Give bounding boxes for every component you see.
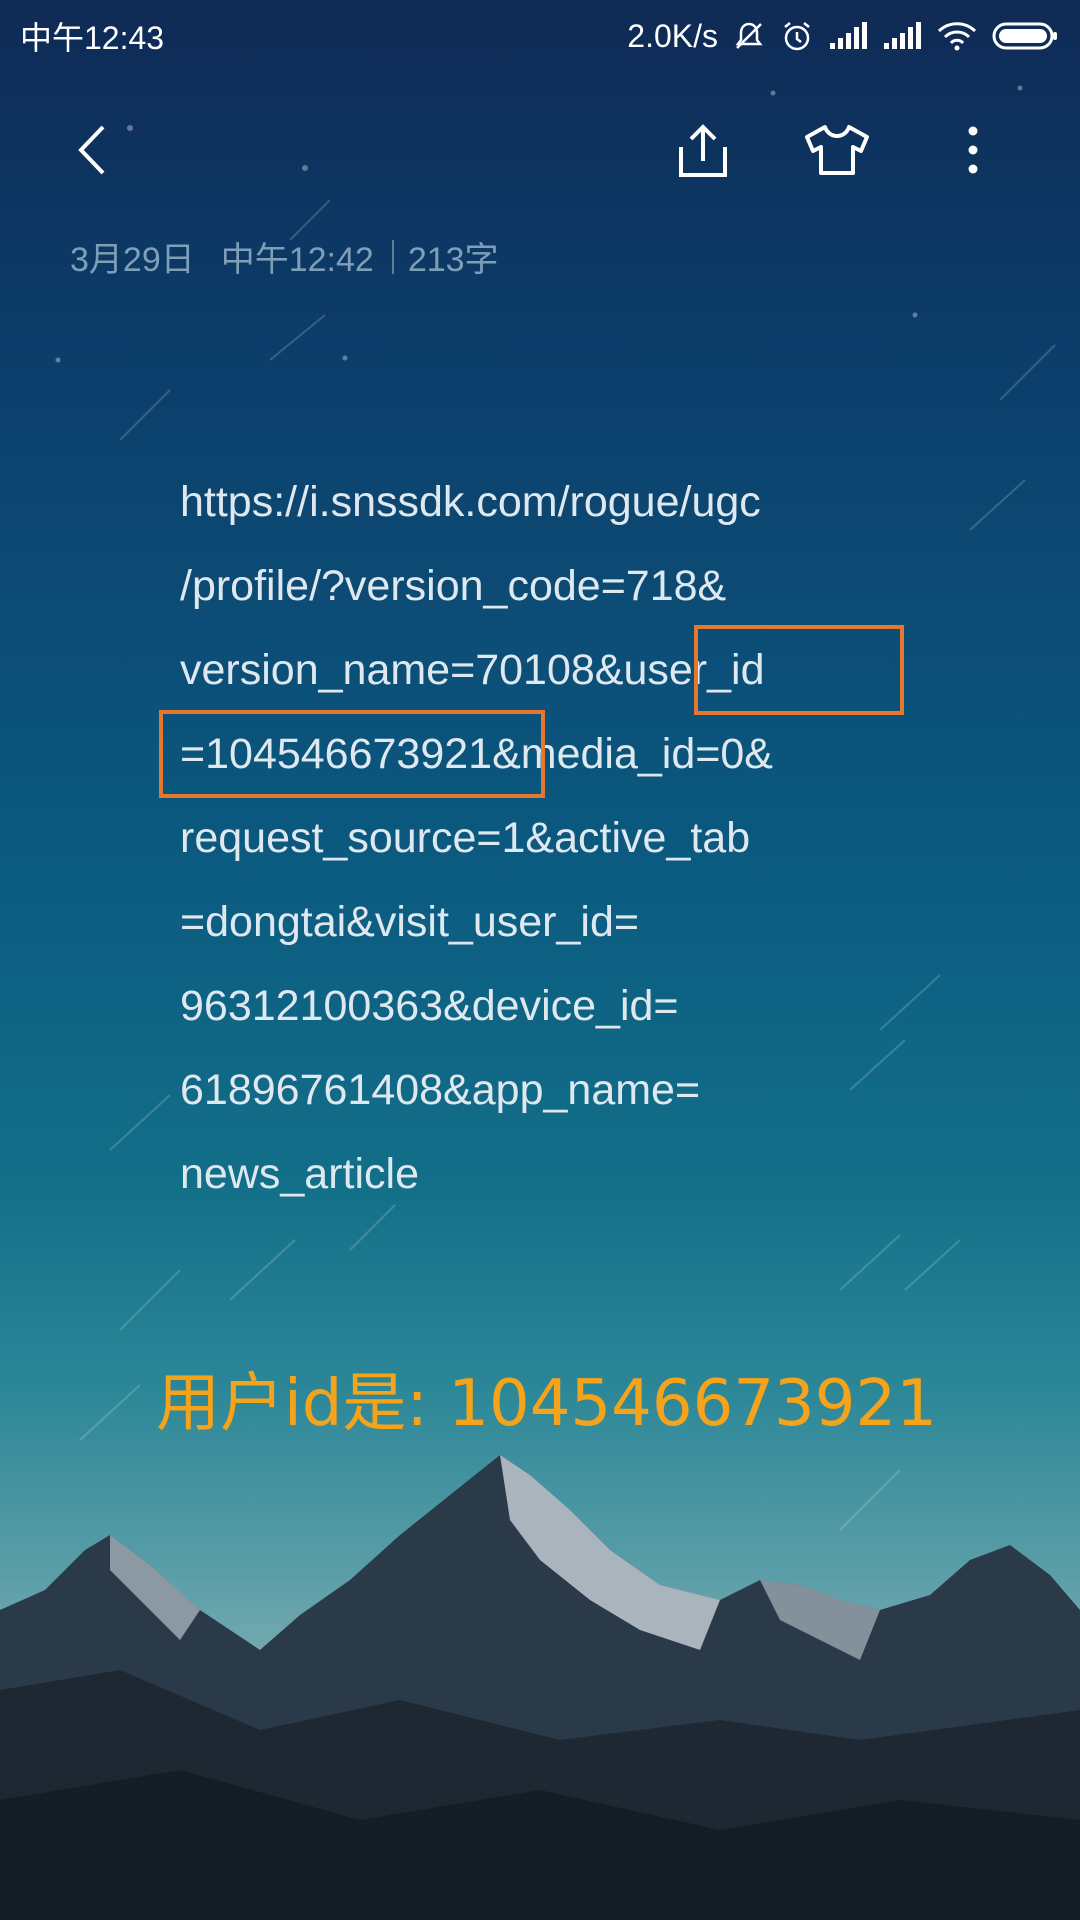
user-id-caption: 用户id是: 104546673921 — [156, 1367, 937, 1441]
note-line: 61896761408&app_name= — [180, 1066, 701, 1114]
user-id-value-highlight — [159, 710, 545, 798]
meta-divider — [391, 239, 394, 274]
status-time: 中午12:43 — [20, 20, 165, 56]
wifi-icon — [936, 20, 978, 52]
signal-icon — [828, 21, 868, 51]
share-icon — [679, 124, 727, 177]
mute-icon — [732, 19, 766, 53]
note-char-count: 213字 — [407, 241, 499, 279]
status-bar: 中午12:43 2.0K/s — [0, 0, 1080, 72]
user-id-key-highlight — [694, 625, 904, 715]
more-button[interactable] — [928, 100, 1018, 200]
more-icon — [968, 126, 978, 174]
signal-icon — [882, 21, 922, 51]
mountain-background — [0, 1455, 1080, 1920]
note-line: request_source=1&active_tab — [180, 814, 751, 862]
note-time: 中午12:42 — [220, 241, 374, 279]
note-line: =dongtai&visit_user_id= — [180, 898, 639, 946]
note-line: news_article — [180, 1150, 419, 1198]
note-toolbar — [0, 100, 1080, 200]
theme-shirt-icon — [805, 125, 869, 175]
status-icons: 2.0K/s — [627, 18, 1058, 55]
note-line: https://i.snssdk.com/rogue/ugc — [180, 478, 761, 526]
theme-button[interactable] — [792, 100, 882, 200]
note-meta: 3月29日 中午12:42 213字 — [70, 232, 499, 281]
share-button[interactable] — [658, 100, 748, 200]
alarm-icon — [780, 19, 814, 53]
note-date: 3月29日 — [70, 241, 195, 279]
back-button[interactable] — [48, 100, 138, 200]
back-icon — [78, 125, 105, 175]
network-speed: 2.0K/s — [627, 17, 718, 54]
battery-icon — [992, 21, 1058, 51]
note-line: 96312100363&device_id= — [180, 982, 679, 1030]
note-line: /profile/?version_code=718& — [180, 562, 727, 610]
note-content[interactable]: https://i.snssdk.com/rogue/ugc /profile/… — [180, 460, 900, 1216]
